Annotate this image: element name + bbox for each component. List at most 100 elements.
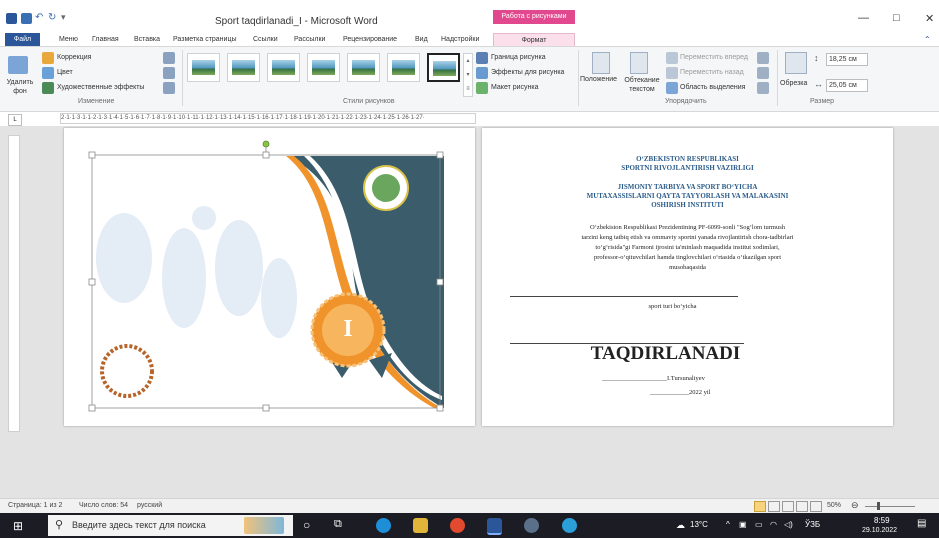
change-picture-icon[interactable] (163, 67, 175, 79)
bring-forward-button[interactable]: Переместить вперед (680, 54, 748, 61)
cert-body-5: musobaqasida (669, 264, 706, 271)
width-input[interactable]: 25,05 см (826, 79, 868, 92)
print-layout-icon[interactable] (754, 501, 766, 512)
maximize-button[interactable]: □ (893, 12, 900, 24)
language[interactable]: русский (137, 502, 162, 509)
page-1[interactable]: I (64, 128, 475, 426)
tab-addins[interactable]: Надстройки (441, 34, 479, 46)
cert-heading: TAQDIRLANADI (590, 343, 741, 364)
weather-icon: ☁ (676, 520, 685, 530)
zoom-level[interactable]: 50% (827, 502, 841, 509)
tab-home[interactable]: Главная (92, 34, 119, 46)
remove-background-button[interactable]: Удалить фон (6, 78, 34, 96)
picture-style-6[interactable] (387, 53, 420, 82)
word-taskbar-icon[interactable] (487, 518, 502, 535)
selection-pane-icon (666, 82, 678, 94)
edge-icon[interactable] (376, 518, 391, 533)
gallery-scroll[interactable]: ▴ ▾ ≡ (463, 53, 473, 97)
picture-layout-button[interactable]: Макет рисунка (491, 84, 539, 91)
full-screen-icon[interactable] (768, 501, 780, 512)
tab-page-layout[interactable]: Разметка страницы (173, 34, 237, 46)
input-language[interactable]: ЎЗБ (805, 520, 820, 529)
tab-review[interactable]: Рецензирование (343, 34, 397, 46)
tab-view[interactable]: Вид (415, 34, 428, 46)
selection-pane-button[interactable]: Область выделения (680, 84, 745, 91)
align-icon[interactable] (757, 52, 769, 64)
picture-border-button[interactable]: Граница рисунка (491, 54, 546, 61)
notifications-icon[interactable]: ▤ (917, 518, 926, 529)
tab-mailings[interactable]: Рассылки (294, 34, 325, 46)
window-title: Sport taqdirlanadi_I - Microsoft Word (215, 16, 378, 27)
telegram-icon[interactable] (562, 518, 577, 533)
zoom-slider[interactable] (865, 506, 915, 507)
wrap-text-button[interactable]: Обтекание текстом (621, 76, 663, 94)
help-icon[interactable]: ⌃ (924, 35, 931, 44)
clock-time[interactable]: 8:59 (874, 516, 890, 525)
ribbon-separator (777, 50, 778, 106)
horizontal-ruler[interactable]: 2·1·1·3·1·1·2·1·3·1·4·1·5·1·6·1·7·1·8·1·… (60, 113, 476, 124)
page-2[interactable]: O‘ZBEKISTON RESPUBLIKASI SPORTNI RIVOJLA… (482, 128, 893, 426)
chrome-icon[interactable] (450, 518, 465, 533)
tab-insert[interactable]: Вставка (134, 34, 160, 46)
tab-references[interactable]: Ссылки (253, 34, 278, 46)
picture-style-2[interactable] (227, 53, 260, 82)
save-icon[interactable] (21, 13, 32, 24)
group-label-picture-styles: Стили рисунков (343, 98, 395, 105)
cortana-icon[interactable]: ○ (303, 518, 310, 532)
send-backward-button[interactable]: Переместить назад (680, 69, 744, 76)
tray-overflow-icon[interactable]: ^ (726, 520, 730, 529)
group-label-change: Изменение (78, 98, 115, 105)
cert-line-5: OSHIRISH INSTITUTI (651, 201, 724, 209)
color-button[interactable]: Цвет (57, 69, 73, 76)
word-count[interactable]: Число слов: 54 (79, 502, 128, 509)
close-button[interactable]: ✕ (925, 12, 934, 25)
position-icon[interactable] (592, 52, 610, 74)
tab-menu[interactable]: Меню (59, 34, 78, 46)
taskbar-search[interactable]: ⚲ Введите здесь текст для поиска (48, 515, 293, 536)
send-backward-icon (666, 67, 678, 79)
position-button[interactable]: Положение (580, 76, 617, 83)
reset-picture-icon[interactable] (163, 82, 175, 94)
temperature[interactable]: 13°C (690, 520, 708, 529)
art-effects-button[interactable]: Художественные эффекты (57, 84, 144, 91)
zoom-out-icon[interactable]: ⊖ (851, 500, 859, 511)
page-count[interactable]: Страница: 1 из 2 (8, 502, 62, 509)
task-view-icon[interactable]: ⧉ (334, 518, 342, 531)
group-icon[interactable] (757, 67, 769, 79)
zoom-slider-thumb[interactable] (877, 502, 880, 510)
outline-icon[interactable] (796, 501, 808, 512)
customize-qat-icon[interactable]: ▾ (61, 12, 66, 23)
volume-icon[interactable]: ◁) (784, 520, 793, 529)
picture-style-1[interactable] (187, 53, 220, 82)
network-icon[interactable]: ◠ (770, 520, 777, 529)
certificate-background-graphic[interactable] (64, 128, 475, 426)
undo-icon[interactable]: ↶ (35, 12, 43, 23)
wrap-text-icon[interactable] (630, 52, 648, 74)
height-input[interactable]: 18,25 см (826, 53, 868, 66)
tab-selector[interactable]: L (8, 114, 22, 126)
minimize-button[interactable]: — (858, 12, 869, 24)
correction-button[interactable]: Коррекция (57, 54, 91, 61)
redo-icon[interactable]: ↻ (48, 12, 56, 23)
crop-button[interactable]: Обрезка (780, 80, 807, 87)
picture-style-7[interactable] (427, 53, 460, 82)
web-layout-icon[interactable] (782, 501, 794, 512)
draft-icon[interactable] (810, 501, 822, 512)
clock-date[interactable]: 29.10.2022 (862, 527, 897, 534)
battery-icon[interactable]: ▭ (755, 520, 763, 529)
tab-format[interactable]: Формат (493, 33, 575, 46)
vertical-ruler[interactable] (8, 135, 20, 432)
windows-start-icon[interactable]: ⊞ (13, 519, 23, 533)
compress-pictures-icon[interactable] (163, 52, 175, 64)
picture-effects-button[interactable]: Эффекты для рисунка (491, 69, 564, 76)
picture-style-3[interactable] (267, 53, 300, 82)
remove-background-icon[interactable] (8, 56, 28, 74)
picture-style-4[interactable] (307, 53, 340, 82)
tray-app-icon[interactable]: ▣ (739, 520, 747, 529)
tab-file[interactable]: Файл (5, 33, 40, 46)
picture-style-5[interactable] (347, 53, 380, 82)
file-explorer-icon[interactable] (413, 518, 428, 533)
app-icon[interactable] (524, 518, 539, 533)
picture-layout-icon (476, 82, 488, 94)
rotate-icon[interactable] (757, 82, 769, 94)
